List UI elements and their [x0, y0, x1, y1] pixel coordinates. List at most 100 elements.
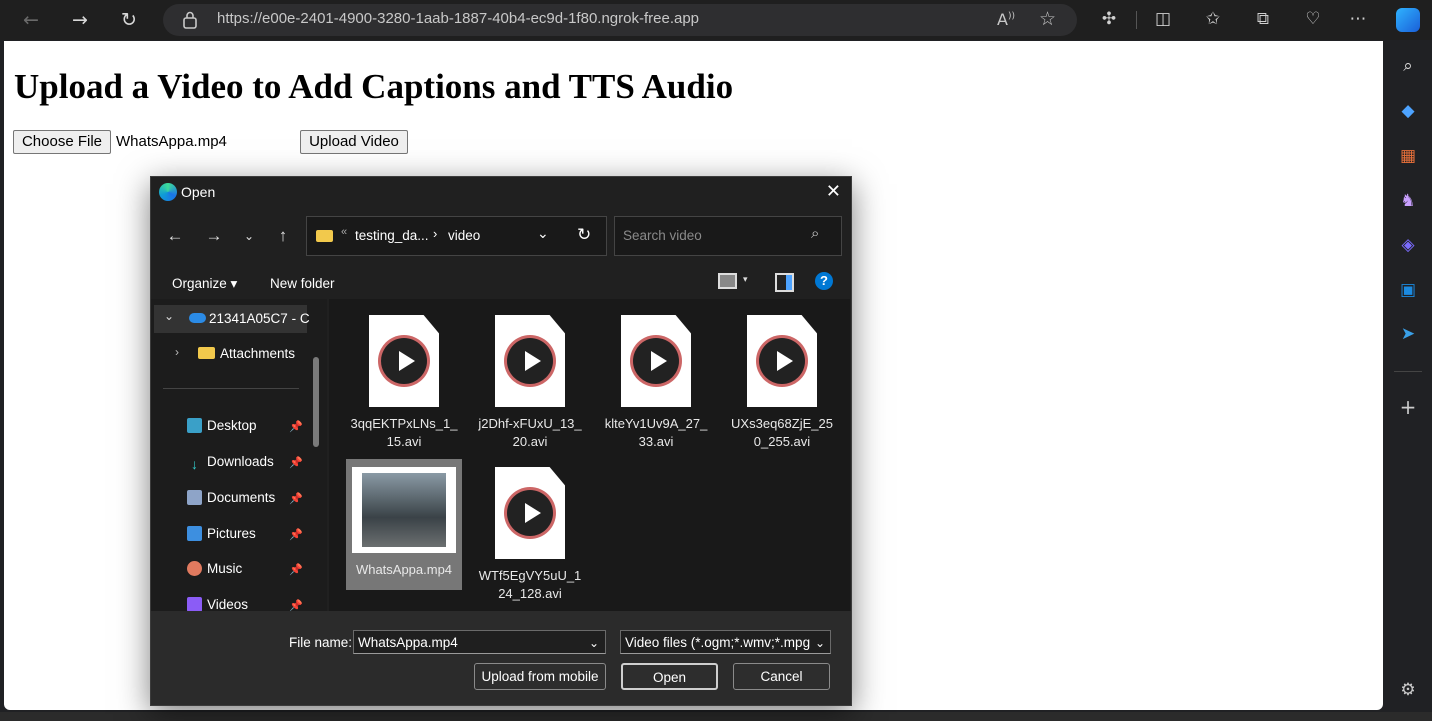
divider	[1136, 11, 1137, 29]
choose-file-button[interactable]: Choose File	[13, 130, 111, 154]
download-icon: ↓	[191, 456, 198, 472]
collections-icon[interactable]: ⧉	[1252, 9, 1274, 29]
file-item[interactable]: 3qqEKTPxLNs_1_ 15.avi	[346, 315, 462, 451]
video-thumbnail	[352, 467, 456, 553]
favorites-icon[interactable]: ✩	[1202, 9, 1224, 29]
lock-icon[interactable]	[183, 11, 197, 29]
breadcrumb-parent[interactable]: testing_da...	[355, 228, 429, 243]
video-file-icon	[747, 315, 817, 407]
cancel-button[interactable]: Cancel	[733, 663, 830, 690]
search-placeholder: Search video	[623, 228, 702, 243]
refresh-icon[interactable]: ↻	[116, 8, 142, 32]
view-options-icon[interactable]: ▾	[743, 274, 748, 285]
organize-menu[interactable]: Organize ▾	[172, 276, 237, 292]
file-item[interactable]: j2Dhf-xFUxU_13_ 20.avi	[472, 315, 588, 451]
onedrive-item[interactable]: ⌄ 21341A05C7 - C	[154, 305, 310, 333]
extensions-icon[interactable]: ✣	[1098, 9, 1120, 29]
recent-locations-icon[interactable]: ⌄	[239, 229, 259, 243]
video-file-icon	[369, 315, 439, 407]
close-icon[interactable]: ✕	[826, 181, 841, 202]
edge-logo-icon	[159, 183, 177, 201]
chevron-down-icon[interactable]: ⌄	[537, 225, 549, 242]
video-file-icon	[495, 467, 565, 559]
settings-icon[interactable]: ⚙	[1396, 678, 1420, 702]
chevron-right-icon[interactable]: ›	[175, 345, 179, 359]
videos-icon	[187, 597, 202, 612]
file-item[interactable]: WTf5EgVY5uU_1 24_128.avi	[472, 467, 588, 603]
pin-icon[interactable]: 📌	[289, 528, 303, 541]
open-file-dialog: Open ✕ ← → ⌄ ↑ « testing_da... › video ⌄…	[150, 176, 852, 706]
address-bar[interactable]: https://e00e-2401-4900-3280-1aab-1887-40…	[163, 4, 1077, 36]
tools-icon[interactable]: ▦	[1396, 144, 1420, 168]
sidebar-item-desktop[interactable]: Desktop	[187, 418, 257, 433]
view-icon[interactable]	[718, 273, 737, 289]
edge-sidebar: ⌕ ◆ ▦ ♞ ◈ ▣ ➤ + ⚙	[1384, 41, 1432, 721]
split-screen-icon[interactable]: ◫	[1152, 9, 1174, 29]
pin-icon[interactable]: 📌	[289, 456, 303, 469]
chevron-down-icon[interactable]: ⌄	[589, 631, 599, 653]
read-aloud-icon[interactable]: A))	[997, 10, 1015, 29]
command-bar: Organize ▾ New folder ▾ ?	[151, 269, 851, 299]
sidebar-item-documents[interactable]: Documents	[187, 490, 275, 505]
send-icon[interactable]: ➤	[1396, 322, 1420, 346]
sidebar-item-pictures[interactable]: Pictures	[187, 526, 256, 541]
file-item[interactable]: klteYv1Uv9A_27_ 33.avi	[598, 315, 714, 451]
folder-icon	[316, 230, 333, 242]
outlook-icon[interactable]: ▣	[1396, 278, 1420, 302]
shopping-tag-icon[interactable]: ◆	[1396, 99, 1420, 123]
copilot-icon[interactable]	[1396, 8, 1420, 32]
pin-icon[interactable]: 📌	[289, 420, 303, 433]
music-icon	[187, 561, 202, 576]
search-icon[interactable]: ⌕	[1396, 54, 1420, 78]
chevron-down-icon[interactable]: ⌄	[164, 309, 174, 323]
divider	[1394, 371, 1422, 372]
breadcrumb-current[interactable]: video	[448, 228, 480, 243]
help-icon[interactable]: ?	[815, 272, 833, 290]
scrollbar-thumb[interactable]	[313, 357, 319, 447]
sidebar-item-videos[interactable]: Videos	[187, 597, 248, 612]
overflow-icon[interactable]: «	[341, 226, 347, 238]
file-name-field[interactable]: WhatsAppa.mp4 ⌄	[353, 630, 606, 654]
chevron-down-icon[interactable]: ⌄	[812, 631, 825, 653]
page-title: Upload a Video to Add Captions and TTS A…	[14, 67, 734, 106]
favorite-icon[interactable]: ☆	[1039, 8, 1056, 30]
chosen-file-name: WhatsAppa.mp4	[116, 133, 227, 150]
upload-from-mobile-button[interactable]: Upload from mobile	[474, 663, 606, 690]
divider	[163, 388, 299, 389]
add-icon[interactable]: +	[1396, 395, 1420, 419]
more-icon[interactable]: ⋯	[1347, 9, 1369, 29]
pin-icon[interactable]: 📌	[289, 492, 303, 505]
preview-pane-icon[interactable]	[775, 273, 794, 292]
desktop-icon	[187, 418, 202, 433]
copilot-sidebar-icon[interactable]: ◈	[1396, 233, 1420, 257]
new-folder-button[interactable]: New folder	[270, 276, 335, 291]
games-icon[interactable]: ♞	[1396, 189, 1420, 213]
file-name-label: File name:	[289, 635, 353, 650]
sidebar-item-downloads[interactable]: ↓ Downloads	[187, 454, 274, 472]
url-text[interactable]: https://e00e-2401-4900-3280-1aab-1887-40…	[217, 10, 699, 27]
up-folder-icon[interactable]: ↑	[273, 226, 293, 246]
file-item-selected[interactable]: WhatsAppa.mp4	[346, 459, 462, 590]
cloud-icon	[189, 313, 206, 323]
pin-icon[interactable]: 📌	[289, 563, 303, 576]
sidebar-item-attachments[interactable]: Attachments	[198, 346, 295, 361]
browser-essentials-icon[interactable]: ♡	[1302, 9, 1324, 29]
forward-icon[interactable]: →	[204, 226, 224, 246]
file-item[interactable]: UXs3eq68ZjE_25 0_255.avi	[724, 315, 840, 451]
open-button[interactable]: Open	[621, 663, 718, 690]
path-bar[interactable]: « testing_da... › video ⌄ ↻	[306, 216, 607, 256]
chevron-right-icon: ›	[433, 226, 438, 241]
file-list: 3qqEKTPxLNs_1_ 15.avi j2Dhf-xFUxU_13_ 20.a…	[329, 299, 850, 611]
back-icon[interactable]: ←	[18, 8, 44, 32]
file-type-select[interactable]: Video files (*.ogm;*.wmv;*.mpg ⌄	[620, 630, 831, 654]
pictures-icon	[187, 526, 202, 541]
back-icon[interactable]: ←	[165, 226, 185, 246]
browser-toolbar: ← → ↻ https://e00e-2401-4900-3280-1aab-1…	[0, 0, 1432, 40]
sidebar-item-music[interactable]: Music	[187, 561, 242, 576]
search-input[interactable]: Search video ⌕	[614, 216, 842, 256]
forward-icon[interactable]: →	[67, 8, 93, 32]
upload-video-button[interactable]: Upload Video	[300, 130, 408, 154]
search-icon: ⌕	[811, 225, 820, 242]
refresh-icon[interactable]: ↻	[577, 225, 591, 245]
dialog-footer: File name: WhatsAppa.mp4 ⌄ Video files (…	[151, 611, 851, 705]
